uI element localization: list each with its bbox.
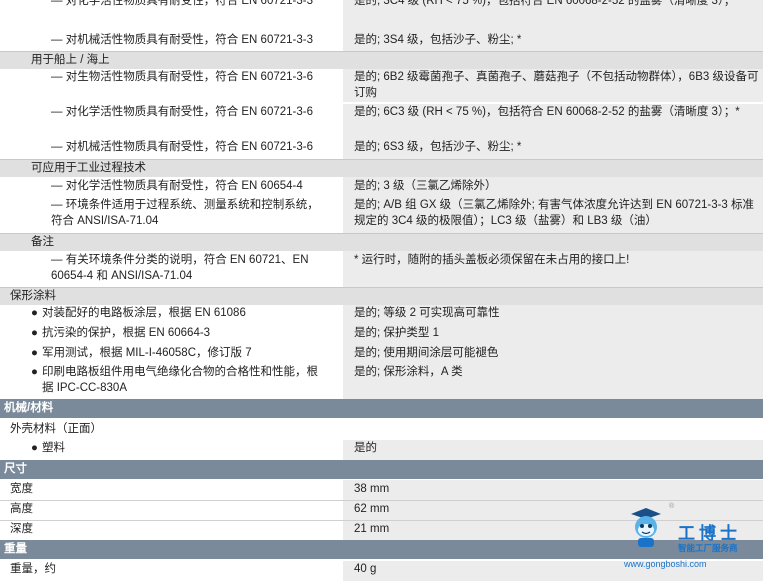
group-header-industry: 可应用于工业过程技术 <box>0 159 763 177</box>
spec-value: 是的; 保护类型 1 <box>343 324 763 344</box>
spec-row: 宽度 38 mm <box>0 480 763 500</box>
spec-label: — 对生物活性物质具有耐受性，符合 EN 60721-3-6 <box>51 71 313 83</box>
bullet-icon: ● <box>31 347 38 359</box>
spec-row: 外壳材料（正面） <box>0 420 763 440</box>
spec-row: ● 抗污染的保护，根据 EN 60664-3 是的; 保护类型 1 <box>0 324 763 344</box>
watermark-logo: ® 工博士 智能工厂服务商 www.gongboshi.com <box>622 503 763 583</box>
spec-value: * 运行时，随附的插头盖板必须保留在未占用的接口上! <box>343 251 763 287</box>
bullet-icon: ● <box>31 442 38 454</box>
spec-row: — 对生物活性物质具有耐受性，符合 EN 60721-3-6 是的; 6B2 级… <box>0 69 763 102</box>
spec-value: 是的; 3S4 级，包括沙子、粉尘; * <box>343 32 763 52</box>
group-header-note: 备注 <box>0 233 763 251</box>
spec-label: — 环境条件适用于过程系统、测量系统和控制系统，符合 ANSI/ISA-71.0… <box>51 199 319 227</box>
watermark-tagline: 智能工厂服务商 <box>678 543 738 553</box>
spec-row: ● 对装配好的电路板涂层，根据 EN 61086 是的; 等级 2 可实现高可靠… <box>0 305 763 324</box>
spec-value: 是的; 6C3 级 (RH < 75 %)，包括符合 EN 60068-2-52… <box>343 104 763 139</box>
mascot-icon <box>631 508 661 547</box>
spec-label: 印刷电路板组件用电气绝缘化合物的合格性和性能，根据 IPC-CC-830A <box>42 366 318 394</box>
spec-row: — 环境条件适用于过程系统、测量系统和控制系统，符合 ANSI/ISA-71.0… <box>0 197 763 233</box>
section-header-size: 尺寸 <box>0 460 763 479</box>
group-header-ship: 用于船上 / 海上 <box>0 51 763 69</box>
spec-label: — 对机械活性物质具有耐受性，符合 EN 60721-3-6 <box>51 141 313 153</box>
spec-label: 深度 <box>10 523 33 535</box>
spec-row: — 对化学活性物质具有耐受性，符合 EN 60721-3-6 是的; 6C3 级… <box>0 104 763 139</box>
spec-value: 是的; 保形涂料，A 类 <box>343 363 763 399</box>
spec-label: 对装配好的电路板涂层，根据 EN 61086 <box>42 307 246 319</box>
bullet-icon: ● <box>31 327 38 339</box>
spec-label: 重量，约 <box>10 563 56 575</box>
watermark-brand: 工博士 <box>678 524 741 544</box>
spec-value: 是的; 6S3 级，包括沙子、粉尘; * <box>343 139 763 159</box>
spec-row: — 有关环境条件分类的说明，符合 EN 60721、EN 60654-4 和 A… <box>0 251 763 287</box>
group-header-coating: 保形涂料 <box>0 287 763 305</box>
bullet-icon: ● <box>31 366 38 378</box>
bullet-icon: ● <box>31 307 38 319</box>
spec-label: — 有关环境条件分类的说明，符合 EN 60721、EN 60654-4 和 A… <box>51 254 309 282</box>
spec-value: 是的; A/B 组 GX 级（三氯乙烯除外; 有害气体浓度允许达到 EN 607… <box>343 197 763 233</box>
spec-label: 外壳材料（正面） <box>0 420 343 440</box>
spec-row: — 对机械活性物质具有耐受性，符合 EN 60721-3-3 是的; 3S4 级… <box>0 32 763 52</box>
spec-label: — 对化学活性物质具有耐受性，符合 EN 60654-4 <box>51 180 303 192</box>
spec-label: — 对机械活性物质具有耐受性，符合 EN 60721-3-3 <box>51 34 313 46</box>
spec-value: 是的 <box>343 440 763 460</box>
spec-row: — 对化学活性物质具有耐受性，符合 EN 60654-4 是的; 3 级（三氯乙… <box>0 177 763 197</box>
spec-value: 是的; 使用期间涂层可能褪色 <box>343 344 763 363</box>
registered-mark: ® <box>669 503 675 510</box>
spec-row: — 对化学活性物质具有耐受性，符合 EN 60721-3-3 是的; 3C4 级… <box>0 0 763 32</box>
spec-row: ● 塑料 是的 <box>0 440 763 460</box>
spec-value: 是的; 3C4 级 (RH < 75 %)，包括符合 EN 60068-2-52… <box>343 0 763 32</box>
spec-label: 军用测试，根据 MIL-I-46058C，修订版 7 <box>42 347 252 359</box>
spec-label: 宽度 <box>10 483 33 495</box>
spec-label: 塑料 <box>42 442 65 454</box>
spec-row: — 对机械活性物质具有耐受性，符合 EN 60721-3-6 是的; 6S3 级… <box>0 139 763 159</box>
spec-label: — 对化学活性物质具有耐受性，符合 EN 60721-3-3 <box>51 0 313 7</box>
spec-row: ● 印刷电路板组件用电气绝缘化合物的合格性和性能，根据 IPC-CC-830A … <box>0 363 763 399</box>
spec-value: 38 mm <box>343 480 763 500</box>
spec-value: 是的; 等级 2 可实现高可靠性 <box>343 305 763 324</box>
spec-value: 是的; 6B2 级霉菌孢子、真菌孢子、蘑菇孢子（不包括动物群体），6B3 级设备… <box>343 69 763 102</box>
spec-label: — 对化学活性物质具有耐受性，符合 EN 60721-3-6 <box>51 106 313 118</box>
spec-label: 高度 <box>10 503 33 515</box>
spec-value: 是的; 3 级（三氯乙烯除外） <box>343 177 763 197</box>
section-header-material: 机械/材料 <box>0 399 763 418</box>
watermark-url: www.gongboshi.com <box>624 559 707 569</box>
spec-row: ● 军用测试，根据 MIL-I-46058C，修订版 7 是的; 使用期间涂层可… <box>0 344 763 363</box>
spec-label: 抗污染的保护，根据 EN 60664-3 <box>42 327 211 339</box>
